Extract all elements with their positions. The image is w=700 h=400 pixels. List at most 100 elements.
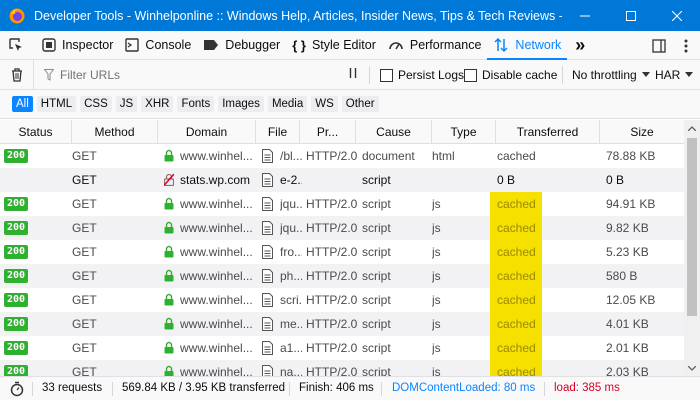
table-row[interactable]: 200 GET www.winhel... /bl... HTTP/2.0 documen… xyxy=(0,144,684,168)
table-row[interactable]: 200 GET www.winhel... scri... HTTP/2.0 script… xyxy=(0,288,684,312)
column-header-type[interactable]: Type xyxy=(432,120,496,144)
table-row[interactable]: 200 GET www.winhel... jqu... HTTP/2.0 script j… xyxy=(0,192,684,216)
divider xyxy=(112,382,113,396)
cell-domain: stats.wp.com xyxy=(180,173,251,187)
cell-method: GET xyxy=(72,173,97,187)
type-filter-other[interactable]: Other xyxy=(341,96,379,112)
cell-transferred: cached xyxy=(497,149,536,163)
throttling-select[interactable]: No throttling xyxy=(572,68,650,82)
pick-element-button[interactable] xyxy=(0,31,36,60)
cell-domain: www.winhel... xyxy=(180,317,253,331)
tab-inspector[interactable]: Inspector xyxy=(36,31,119,60)
checkbox-label: Disable cache xyxy=(482,68,558,82)
type-filter-css[interactable]: CSS xyxy=(80,96,112,112)
type-filter-html[interactable]: HTML xyxy=(36,96,77,112)
firefox-icon xyxy=(9,8,25,23)
tab-debugger[interactable]: Debugger xyxy=(197,31,286,60)
filter-icon xyxy=(44,68,54,81)
cell-size: 2.01 KB xyxy=(606,341,649,355)
table-row[interactable]: 200 GET www.winhel... me... HTTP/2.0 script js… xyxy=(0,312,684,336)
column-header-status[interactable]: Status xyxy=(0,120,72,144)
file-icon xyxy=(262,269,273,283)
type-filter-xhr[interactable]: XHR xyxy=(141,96,174,112)
lock-icon xyxy=(164,245,174,258)
cell-type: js xyxy=(432,197,441,211)
cell-file: scri... xyxy=(280,293,302,307)
pick-element-icon xyxy=(9,38,22,51)
cell-transferred: 0 B xyxy=(497,173,516,187)
tab-label: Inspector xyxy=(62,38,114,52)
close-button[interactable] xyxy=(654,0,700,31)
cell-cause: document xyxy=(362,149,415,163)
vertical-scrollbar[interactable] xyxy=(684,120,700,376)
tab-network[interactable]: Network xyxy=(487,31,568,60)
cell-cause: script xyxy=(362,341,391,355)
column-header-size[interactable]: Size xyxy=(600,120,684,144)
debugger-icon xyxy=(204,40,219,50)
trash-icon xyxy=(11,67,22,82)
cell-transferred: cached xyxy=(497,221,536,235)
cell-domain: www.winhel... xyxy=(180,197,253,211)
cell-file: /bl... xyxy=(280,149,302,163)
lock-icon xyxy=(164,293,174,306)
tab-performance[interactable]: Performance xyxy=(382,31,488,60)
table-row[interactable]: 200 GET www.winhel... jqu... HTTP/2.0 script j… xyxy=(0,216,684,240)
cell-protocol: HTTP/2.0 xyxy=(306,341,358,355)
cell-protocol: HTTP/2.0 xyxy=(306,197,358,211)
more-tools-button[interactable]: » xyxy=(567,31,591,60)
table-row[interactable]: GET stats.wp.com e-2... script 0 B 0 B xyxy=(0,168,684,192)
column-header-file[interactable]: File xyxy=(256,120,300,144)
pause-button[interactable] xyxy=(348,67,358,82)
cell-method: GET xyxy=(72,365,97,376)
cell-domain: www.winhel... xyxy=(180,293,253,307)
filter-urls-input[interactable]: Filter URLs xyxy=(44,64,364,86)
column-header-protocol[interactable]: Pr... xyxy=(300,120,356,144)
performance-analysis-button[interactable] xyxy=(10,381,24,397)
column-header-domain[interactable]: Domain xyxy=(158,120,256,144)
column-header-cause[interactable]: Cause xyxy=(356,120,432,144)
maximize-button[interactable] xyxy=(608,0,654,31)
table-row[interactable]: 200 GET www.winhel... fro... HTTP/2.0 script j… xyxy=(0,240,684,264)
cell-transferred: cached xyxy=(497,365,536,376)
divider xyxy=(562,66,563,84)
scroll-down-button[interactable] xyxy=(684,360,700,376)
type-filter-images[interactable]: Images xyxy=(218,96,264,112)
table-row[interactable]: 200 GET www.winhel... na... HTTP/2.0 script js… xyxy=(0,360,684,376)
type-filter-ws[interactable]: WS xyxy=(311,96,338,112)
column-header-method[interactable]: Method xyxy=(72,120,158,144)
style-editor-icon: { } xyxy=(292,37,306,53)
cell-file: a1... xyxy=(280,341,302,355)
transfer-size: 569.84 KB / 3.95 KB transferred xyxy=(122,382,286,394)
tab-label: Performance xyxy=(409,38,482,52)
throttling-label: No throttling xyxy=(572,68,637,82)
column-header-transferred[interactable]: Transferred xyxy=(496,120,600,144)
cell-protocol: HTTP/2.0 xyxy=(306,221,358,235)
cell-size: 9.82 KB xyxy=(606,221,649,235)
file-icon xyxy=(262,197,273,211)
type-filter-all[interactable]: All xyxy=(12,96,33,112)
disable-cache-checkbox[interactable]: Disable cache xyxy=(464,68,557,82)
cell-method: GET xyxy=(72,221,97,235)
cell-cause: script xyxy=(362,221,391,235)
tab-style-editor[interactable]: { } Style Editor xyxy=(286,31,382,60)
type-filter-fonts[interactable]: Fonts xyxy=(177,96,215,112)
dock-button[interactable] xyxy=(648,31,670,60)
har-menu[interactable]: HAR xyxy=(655,68,694,82)
table-row[interactable]: 200 GET www.winhel... a1... HTTP/2.0 script js… xyxy=(0,336,684,360)
divider xyxy=(32,382,33,396)
persist-logs-checkbox[interactable]: Persist Logs xyxy=(380,68,464,82)
options-menu-button[interactable] xyxy=(676,31,696,60)
clear-button[interactable] xyxy=(0,59,34,90)
tab-console[interactable]: Console xyxy=(119,31,197,60)
cell-file: na... xyxy=(280,365,302,376)
minimize-button[interactable] xyxy=(562,0,608,31)
cell-size: 2.03 KB xyxy=(606,365,649,376)
table-row[interactable]: 200 GET www.winhel... ph... HTTP/2.0 script js… xyxy=(0,264,684,288)
cell-size: 12.05 KB xyxy=(606,293,656,307)
scroll-up-button[interactable] xyxy=(684,120,700,136)
type-filter-js[interactable]: JS xyxy=(115,96,138,112)
type-filter-media[interactable]: Media xyxy=(267,96,308,112)
lock-icon xyxy=(164,365,174,376)
scroll-thumb[interactable] xyxy=(687,138,697,316)
cell-cause: script xyxy=(362,197,391,211)
